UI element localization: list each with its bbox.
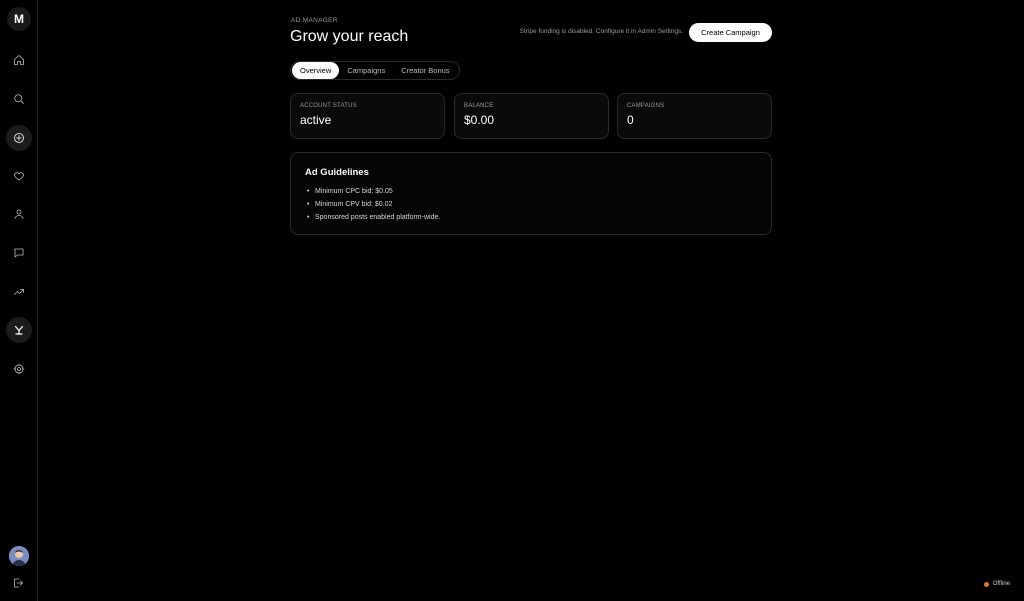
list-item: Minimum CPC bid: $0.05 bbox=[305, 185, 757, 198]
avatar[interactable] bbox=[9, 546, 29, 566]
tab-campaigns[interactable]: Campaigns bbox=[339, 62, 393, 79]
analytics-icon[interactable] bbox=[6, 279, 32, 305]
card-label: CAMPAIGNS bbox=[627, 103, 665, 109]
card-label: BALANCE bbox=[464, 103, 494, 109]
campaigns-card: CAMPAIGNS 0 bbox=[617, 93, 772, 139]
guidelines-list: Minimum CPC bid: $0.05 Minimum CPV bid: … bbox=[305, 185, 757, 224]
create-campaign-button[interactable]: Create Campaign bbox=[689, 23, 772, 42]
stripe-notice: Stripe funding is disabled. Configure it… bbox=[519, 28, 683, 35]
guidelines-title: Ad Guidelines bbox=[305, 167, 369, 178]
page-eyebrow: AD MANAGER bbox=[291, 17, 338, 24]
create-icon[interactable] bbox=[6, 125, 32, 151]
user-icon[interactable] bbox=[6, 201, 32, 227]
list-item: Minimum CPV bid: $0.02 bbox=[305, 198, 757, 211]
balance-card: BALANCE $0.00 bbox=[454, 93, 609, 139]
app-window: M AD MANAGER Grow your reach Stripe fund… bbox=[0, 0, 1024, 601]
account-status-card: ACCOUNT STATUS active bbox=[290, 93, 445, 139]
chat-icon[interactable] bbox=[6, 240, 32, 266]
tab-overview[interactable]: Overview bbox=[292, 62, 340, 79]
home-icon[interactable] bbox=[6, 47, 32, 73]
card-value: $0.00 bbox=[464, 113, 495, 127]
status-dot-icon bbox=[983, 581, 989, 587]
settings-icon[interactable] bbox=[6, 356, 32, 382]
status-label: Offline bbox=[992, 581, 1010, 587]
tab-creator-bonus[interactable]: Creator Bonus bbox=[393, 62, 457, 79]
card-label: ACCOUNT STATUS bbox=[300, 103, 357, 109]
tab-bar: Overview Campaigns Creator Bonus bbox=[290, 61, 460, 80]
search-icon[interactable] bbox=[6, 86, 32, 112]
card-value: 0 bbox=[627, 113, 634, 127]
ad-manager-icon[interactable] bbox=[6, 317, 32, 343]
logout-icon[interactable] bbox=[12, 576, 26, 590]
sidebar: M bbox=[0, 0, 38, 601]
ad-guidelines-panel: Ad Guidelines Minimum CPC bid: $0.05 Min… bbox=[290, 152, 772, 235]
app-logo[interactable]: M bbox=[7, 7, 31, 31]
heart-icon[interactable] bbox=[6, 163, 32, 189]
connection-status: Offline bbox=[983, 581, 1010, 587]
page-title: Grow your reach bbox=[290, 28, 409, 45]
list-item: Sponsored posts enabled platform-wide. bbox=[305, 211, 757, 224]
card-value: active bbox=[300, 113, 332, 127]
